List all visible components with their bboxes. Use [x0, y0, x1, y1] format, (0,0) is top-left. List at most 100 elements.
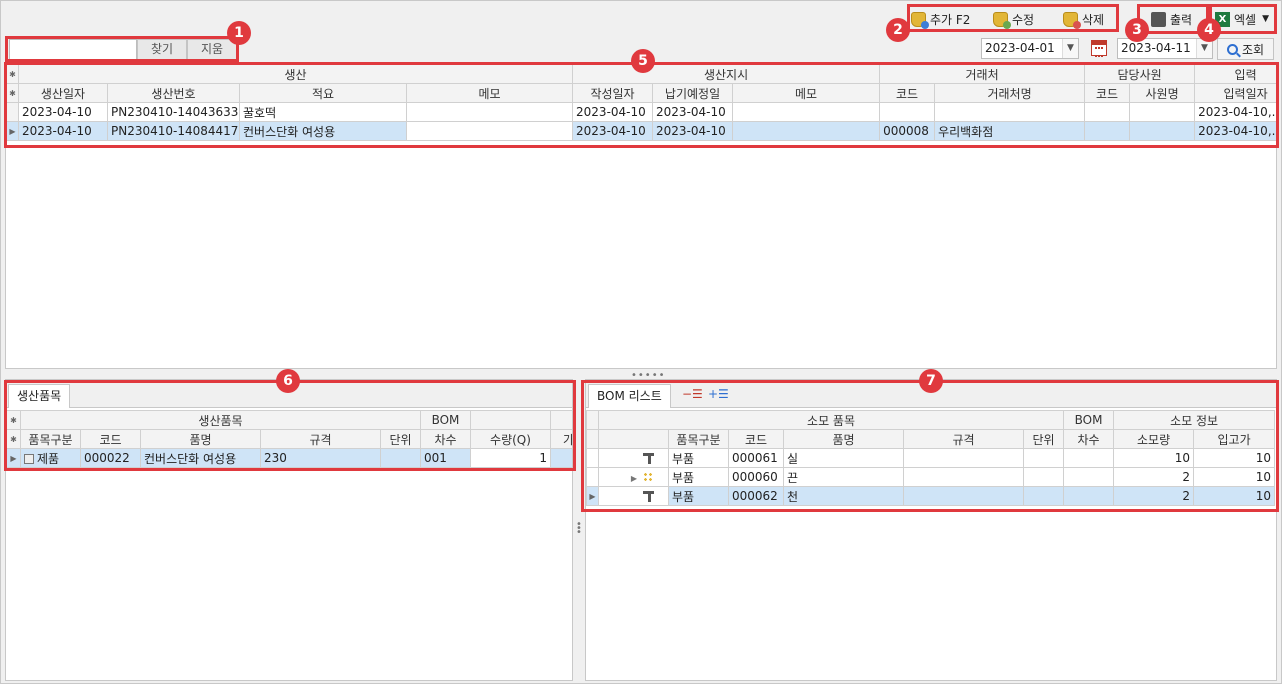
excel-button[interactable]: X 엑셀 ▼	[1215, 9, 1269, 29]
table-cell[interactable]: 000060	[728, 467, 784, 487]
row-indicator-arrow-icon[interactable]: ▶	[6, 121, 19, 141]
table-cell[interactable]	[1063, 486, 1115, 506]
column-header[interactable]: 적요	[239, 83, 407, 103]
table-cell[interactable]: 10	[1113, 448, 1195, 468]
table-cell[interactable]	[732, 121, 881, 141]
table-cell[interactable]: 컨버스단화 여성용	[239, 121, 407, 141]
search-input[interactable]	[9, 39, 137, 60]
column-header[interactable]: 규격	[260, 429, 381, 449]
tab-bom-list[interactable]: BOM 리스트	[588, 384, 671, 408]
table-row[interactable]: ▶ 부품 000062 천 2 10	[586, 486, 1276, 506]
table-cell[interactable]	[1084, 121, 1131, 141]
row-indicator[interactable]	[6, 102, 19, 122]
table-cell[interactable]	[879, 102, 936, 122]
column-header[interactable]: 생산번호	[107, 83, 240, 103]
table-cell[interactable]: 2023-04-10	[652, 102, 734, 122]
delete-button[interactable]: 삭제	[1063, 9, 1104, 29]
table-cell[interactable]: 부품	[668, 467, 729, 487]
table-cell[interactable]: PN230410-14084417	[107, 121, 240, 141]
row-indicator[interactable]	[586, 448, 599, 468]
table-cell[interactable]	[1084, 102, 1131, 122]
table-cell[interactable]	[903, 448, 1024, 468]
table-cell[interactable]: 230	[260, 448, 381, 468]
table-cell[interactable]: 컨버스단화 여성용	[140, 448, 261, 468]
table-cell[interactable]	[1022, 448, 1065, 468]
column-header[interactable]: 차수	[1063, 429, 1115, 449]
table-cell[interactable]: 2023-04-10	[652, 121, 734, 141]
tab-production-items[interactable]: 생산품목	[8, 384, 71, 408]
table-cell[interactable]: 부품	[668, 486, 729, 506]
column-header[interactable]: 품목구분	[20, 429, 81, 449]
column-header[interactable]: 코드	[80, 429, 141, 449]
table-cell[interactable]: 10	[1193, 467, 1276, 487]
edit-button[interactable]: 수정	[993, 9, 1034, 29]
find-button[interactable]: 찾기	[137, 39, 187, 60]
date-to-field[interactable]: 2023-04-11 ▼	[1117, 38, 1213, 59]
column-header[interactable]: 규격	[903, 429, 1024, 449]
table-cell[interactable]: 000022	[80, 448, 141, 468]
table-row[interactable]: 2023-04-10 PN230410-14043633 꿀호떡 2023-04…	[6, 102, 1276, 122]
column-header[interactable]: 단위	[380, 429, 421, 449]
column-header[interactable]: 입고가	[1193, 429, 1276, 449]
calendar-icon[interactable]	[1091, 40, 1107, 57]
chevron-down-icon[interactable]: ▼	[1062, 39, 1078, 58]
table-cell[interactable]	[405, 121, 574, 141]
row-indicator[interactable]	[586, 467, 599, 487]
row-indicator-arrow-icon[interactable]: ▶	[586, 486, 599, 506]
table-cell[interactable]: 2023-04-10,...	[1194, 102, 1276, 122]
table-cell[interactable]	[1129, 121, 1196, 141]
column-header[interactable]: 품명	[140, 429, 261, 449]
table-cell[interactable]: 000062	[728, 486, 784, 506]
column-header[interactable]: 가	[550, 429, 572, 449]
table-cell[interactable]: 꿀호떡	[239, 102, 407, 122]
table-cell[interactable]	[1022, 486, 1065, 506]
table-cell[interactable]	[934, 102, 1086, 122]
table-cell[interactable]: 실	[783, 448, 904, 468]
table-cell[interactable]: 2023-04-10	[572, 121, 654, 141]
column-header[interactable]: 단위	[1022, 429, 1065, 449]
expand-all-icon[interactable]: +☰	[708, 387, 729, 401]
table-cell[interactable]	[903, 486, 1024, 506]
column-header[interactable]: 코드	[879, 83, 936, 103]
table-cell[interactable]: 제품	[20, 448, 81, 468]
table-cell[interactable]: 천	[783, 486, 904, 506]
table-row[interactable]: 부품 000061 실 10 10	[586, 448, 1276, 468]
table-cell[interactable]: 000061	[728, 448, 784, 468]
table-row[interactable]: ▶ 2023-04-10 PN230410-14084417 컨버스단화 여성용…	[6, 121, 1276, 141]
column-header[interactable]: 차수	[420, 429, 471, 449]
column-header[interactable]: 수량(Q)	[470, 429, 551, 449]
collapse-all-icon[interactable]: −☰	[682, 387, 703, 401]
add-button[interactable]: 추가 F2	[911, 9, 970, 29]
clear-button[interactable]: 지움	[187, 39, 237, 60]
table-cell[interactable]: 2023-04-10	[18, 102, 108, 122]
table-cell[interactable]: 1	[470, 448, 551, 468]
column-header[interactable]: 메모	[732, 83, 881, 103]
column-header[interactable]: 사원명	[1129, 83, 1196, 103]
table-cell[interactable]: 2023-04-10	[18, 121, 108, 141]
tree-cell[interactable]	[598, 448, 669, 468]
table-cell[interactable]	[1063, 448, 1115, 468]
table-cell[interactable]	[1063, 467, 1115, 487]
table-cell[interactable]: 2023-04-10,...	[1194, 121, 1276, 141]
column-header[interactable]: 코드	[1084, 83, 1131, 103]
table-cell[interactable]: 부품	[668, 448, 729, 468]
table-cell[interactable]	[732, 102, 881, 122]
column-header[interactable]: 생산일자	[18, 83, 108, 103]
table-row[interactable]: ▶ 제품 000022 컨버스단화 여성용 230 001 1	[6, 448, 572, 468]
table-cell[interactable]: 끈	[783, 467, 904, 487]
table-cell[interactable]: 10	[1193, 486, 1276, 506]
column-header[interactable]: 납기예정일	[652, 83, 734, 103]
tree-cell[interactable]	[598, 486, 669, 506]
vertical-splitter[interactable]: • • •	[576, 520, 582, 538]
table-cell[interactable]: 2023-04-10	[572, 102, 654, 122]
table-cell[interactable]: 우리백화점	[934, 121, 1086, 141]
column-header[interactable]: 품명	[783, 429, 904, 449]
column-header[interactable]: 코드	[728, 429, 784, 449]
column-header[interactable]: 품목구분	[668, 429, 729, 449]
column-header[interactable]: 작성일자	[572, 83, 654, 103]
table-cell[interactable]: 001	[420, 448, 471, 468]
column-header[interactable]: 메모	[405, 83, 574, 103]
table-cell[interactable]	[380, 448, 421, 468]
table-cell[interactable]	[903, 467, 1024, 487]
column-header[interactable]: 거래처명	[934, 83, 1086, 103]
